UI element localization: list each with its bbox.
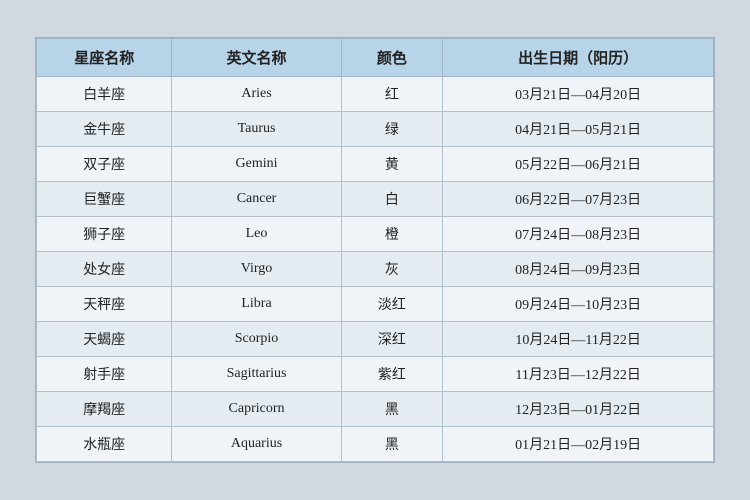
cell-date: 05月22日—06月21日 [443,147,714,182]
table-row: 天秤座Libra淡红09月24日—10月23日 [37,287,714,322]
table-row: 处女座Virgo灰08月24日—09月23日 [37,252,714,287]
cell-chinese: 摩羯座 [37,392,172,427]
table-row: 巨蟹座Cancer白06月22日—07月23日 [37,182,714,217]
table-row: 水瓶座Aquarius黑01月21日—02月19日 [37,427,714,462]
cell-english: Virgo [172,252,341,287]
cell-date: 04月21日—05月21日 [443,112,714,147]
header-chinese: 星座名称 [37,39,172,77]
cell-color: 白 [341,182,443,217]
cell-english: Aquarius [172,427,341,462]
cell-chinese: 巨蟹座 [37,182,172,217]
cell-color: 黑 [341,427,443,462]
cell-english: Leo [172,217,341,252]
cell-color: 紫红 [341,357,443,392]
cell-date: 12月23日—01月22日 [443,392,714,427]
cell-color: 灰 [341,252,443,287]
cell-color: 黑 [341,392,443,427]
cell-color: 绿 [341,112,443,147]
cell-chinese: 白羊座 [37,77,172,112]
table-row: 双子座Gemini黄05月22日—06月21日 [37,147,714,182]
cell-color: 淡红 [341,287,443,322]
cell-english: Libra [172,287,341,322]
table-row: 白羊座Aries红03月21日—04月20日 [37,77,714,112]
table-row: 金牛座Taurus绿04月21日—05月21日 [37,112,714,147]
cell-chinese: 天秤座 [37,287,172,322]
cell-color: 橙 [341,217,443,252]
header-date: 出生日期（阳历） [443,39,714,77]
cell-chinese: 水瓶座 [37,427,172,462]
table-header-row: 星座名称 英文名称 颜色 出生日期（阳历） [37,39,714,77]
cell-english: Aries [172,77,341,112]
cell-chinese: 天蝎座 [37,322,172,357]
cell-date: 09月24日—10月23日 [443,287,714,322]
cell-date: 08月24日—09月23日 [443,252,714,287]
table-row: 摩羯座Capricorn黑12月23日—01月22日 [37,392,714,427]
cell-color: 红 [341,77,443,112]
cell-date: 03月21日—04月20日 [443,77,714,112]
table-row: 天蝎座Scorpio深红10月24日—11月22日 [37,322,714,357]
header-color: 颜色 [341,39,443,77]
table-row: 狮子座Leo橙07月24日—08月23日 [37,217,714,252]
cell-english: Gemini [172,147,341,182]
zodiac-table: 星座名称 英文名称 颜色 出生日期（阳历） 白羊座Aries红03月21日—04… [36,38,714,462]
zodiac-table-container: 星座名称 英文名称 颜色 出生日期（阳历） 白羊座Aries红03月21日—04… [35,37,715,463]
cell-english: Sagittarius [172,357,341,392]
cell-date: 01月21日—02月19日 [443,427,714,462]
cell-english: Capricorn [172,392,341,427]
header-english: 英文名称 [172,39,341,77]
cell-english: Taurus [172,112,341,147]
cell-date: 11月23日—12月22日 [443,357,714,392]
cell-chinese: 狮子座 [37,217,172,252]
cell-date: 06月22日—07月23日 [443,182,714,217]
cell-chinese: 处女座 [37,252,172,287]
cell-english: Cancer [172,182,341,217]
cell-color: 深红 [341,322,443,357]
cell-date: 07月24日—08月23日 [443,217,714,252]
cell-chinese: 双子座 [37,147,172,182]
cell-date: 10月24日—11月22日 [443,322,714,357]
cell-color: 黄 [341,147,443,182]
cell-chinese: 射手座 [37,357,172,392]
table-row: 射手座Sagittarius紫红11月23日—12月22日 [37,357,714,392]
cell-chinese: 金牛座 [37,112,172,147]
cell-english: Scorpio [172,322,341,357]
